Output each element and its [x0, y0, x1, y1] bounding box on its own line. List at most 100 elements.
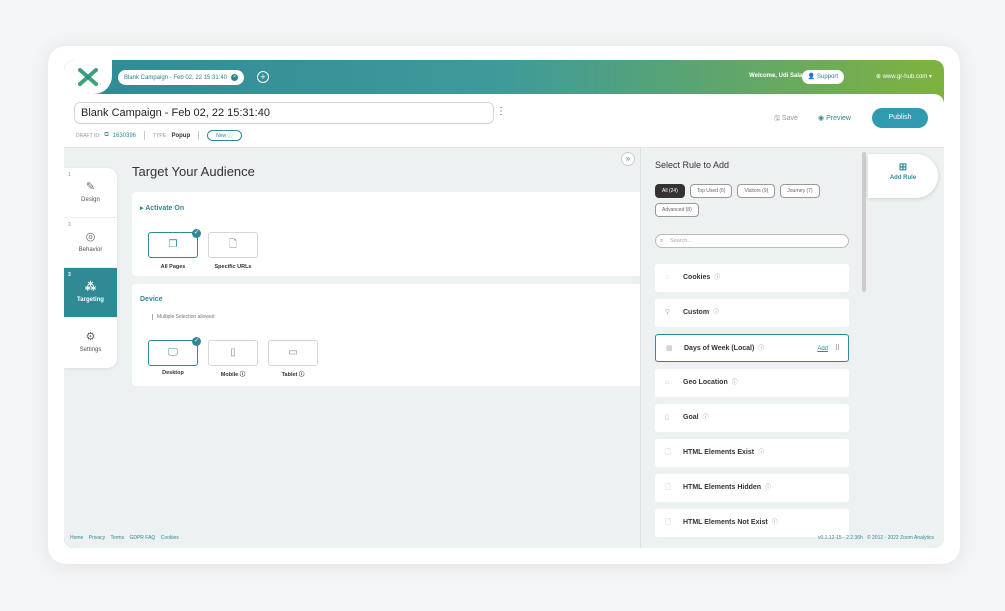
rule-item-html-not-exist[interactable]: 🗋 HTML Elements Not Exist ⓘ: [655, 509, 849, 537]
draft-id-label: DRAFT ID:: [76, 132, 101, 139]
info-icon[interactable]: ⓘ: [714, 275, 720, 281]
filter-all[interactable]: All (24): [655, 184, 685, 198]
add-rule-label: Add Rule: [889, 175, 917, 181]
panel-scrollbar[interactable]: [862, 152, 866, 292]
info-icon[interactable]: ⓘ: [732, 380, 738, 386]
document-icon: 🗋: [665, 519, 671, 526]
step-label: Behavior: [78, 247, 103, 253]
rule-item-html-exist[interactable]: 🗋 HTML Elements Exist ⓘ: [655, 439, 849, 467]
logo-icon: [78, 68, 98, 86]
status-badge[interactable]: New ⓘ: [207, 130, 242, 141]
step-number: 1: [68, 172, 71, 178]
site-selector[interactable]: ⊕ www.gr-hub.com ▾: [876, 73, 932, 80]
eye-icon: ◉: [818, 115, 825, 122]
device-card: Device Multiple Selection allowed 🖵 ✓ De…: [132, 284, 642, 386]
save-button[interactable]: 🖫 Save: [774, 114, 798, 125]
tablet-label: Tablet ⓘ: [281, 372, 305, 378]
filter-journey[interactable]: Journey (7): [780, 184, 820, 198]
welcome-label: Welcome,: [749, 73, 777, 79]
activate-on-card: ▸ Activate On ❐ ✓ All Pages 🗋 Specific U…: [132, 192, 642, 276]
step-number: 3: [68, 272, 71, 278]
step-settings[interactable]: ⚙ Settings: [64, 318, 117, 368]
footer-link-gdpr[interactable]: GDPR FAQ: [129, 535, 155, 541]
pages-icon: ❐: [168, 239, 178, 250]
tablet-option[interactable]: ▭: [268, 340, 318, 366]
campaign-tab[interactable]: Blank Campaign - Feb 02, 22 15:31:40 ×: [118, 70, 245, 85]
footer-links: Home Privacy Terms GDPR FAQ Cookies: [70, 535, 934, 541]
footer-link-home[interactable]: Home: [70, 535, 83, 541]
save-icon: 🖫: [774, 115, 780, 122]
behavior-icon: ◎: [85, 231, 96, 243]
close-tab-icon[interactable]: ×: [231, 74, 239, 81]
footer-link-terms[interactable]: Terms: [110, 535, 124, 541]
mobile-text: Mobile: [220, 372, 239, 378]
map-icon: ⌂: [665, 379, 670, 386]
filter-top-used[interactable]: Top Used (6): [689, 184, 733, 198]
copy-icon[interactable]: ⧉: [104, 132, 108, 139]
rule-item-days-of-week[interactable]: ▦ Days of Week (Local) ⓘ Add ⠿: [655, 334, 849, 362]
targeting-main: Target Your Audience ▸ Activate On ❐ ✓ A…: [132, 148, 642, 548]
steps-sidebar: 1 ✎ Design 2 ◎ Behavior 3 ⁂ Targeting ⚙ …: [64, 168, 117, 368]
add-rule-link[interactable]: Add: [817, 335, 828, 363]
activate-on-toggle[interactable]: ▸ Activate On: [140, 204, 184, 212]
url-icon: 🗋: [228, 239, 238, 250]
site-label: www.gr-hub.com: [882, 74, 928, 80]
drag-handle-icon[interactable]: ⠿: [835, 335, 840, 363]
activate-on-label: Activate On: [145, 205, 185, 212]
mobile-icon: ▯: [230, 347, 236, 358]
collapse-panel-icon[interactable]: »: [621, 152, 635, 166]
info-icon[interactable]: ⓘ: [703, 415, 709, 421]
campaign-header: Blank Campaign - Feb 02, 22 15:31:40 ⋮ D…: [64, 94, 944, 148]
support-button[interactable]: 👤 Support: [801, 70, 844, 84]
rule-item-geo-location[interactable]: ⌂ Geo Location ⓘ: [655, 369, 849, 397]
preview-button[interactable]: ◉ Preview: [818, 114, 851, 122]
check-icon: ✓: [192, 229, 201, 238]
mobile-option[interactable]: ▯: [208, 340, 258, 366]
search-placeholder: Search...: [670, 238, 693, 244]
filter-visitors[interactable]: Visitors (9): [737, 184, 776, 198]
step-label: Design: [81, 197, 100, 203]
rule-item-html-hidden[interactable]: 🗋 HTML Elements Hidden ⓘ: [655, 474, 849, 502]
publish-button[interactable]: Publish: [872, 108, 928, 128]
rule-filters: All (24) Top Used (6) Visitors (9) Journ…: [655, 184, 845, 217]
tablet-icon: ▭: [288, 347, 298, 358]
top-bar: Blank Campaign - Feb 02, 22 15:31:40 × +…: [64, 60, 944, 94]
rule-item-cookies[interactable]: ◌ Cookies ⓘ: [655, 264, 849, 292]
filter-advanced[interactable]: Advanced (8): [655, 203, 699, 217]
step-targeting[interactable]: 3 ⁂ Targeting: [64, 268, 117, 318]
rule-search-input[interactable]: ⌕ Search...: [655, 234, 849, 248]
specific-urls-option[interactable]: 🗋: [208, 232, 258, 258]
support-label: Support: [816, 74, 838, 80]
specific-urls-label: Specific URLs: [214, 264, 252, 270]
rule-item-goal[interactable]: ▯ Goal ⓘ: [655, 404, 849, 432]
document-icon: 🗋: [665, 484, 671, 491]
step-label: Settings: [79, 347, 102, 353]
targeting-icon: ⁂: [85, 281, 96, 293]
campaign-meta: DRAFT ID: ⧉ 1630396 TYPE: Popup New ⓘ: [76, 130, 242, 141]
footer-link-privacy[interactable]: Privacy: [89, 535, 105, 541]
campaign-name-input[interactable]: Blank Campaign - Feb 02, 22 15:31:40: [74, 102, 494, 124]
info-icon[interactable]: ⓘ: [758, 450, 764, 456]
info-icon[interactable]: ⓘ: [758, 346, 764, 352]
info-icon[interactable]: ⓘ: [713, 310, 719, 316]
desktop-option[interactable]: 🖵 ✓: [148, 337, 201, 366]
add-tab-button[interactable]: +: [257, 71, 269, 83]
footer-link-cookies[interactable]: Cookies: [161, 535, 179, 541]
step-behavior[interactable]: 2 ◎ Behavior: [64, 218, 117, 268]
more-options-icon[interactable]: ⋮: [496, 106, 506, 117]
campaign-tab-label: Blank Campaign - Feb 02, 22 15:31:40: [124, 74, 228, 81]
rule-panel: » Select Rule to Add All (24) Top Used (…: [621, 148, 864, 548]
globe-icon: ⊕: [875, 74, 881, 80]
info-icon[interactable]: ⓘ: [772, 520, 778, 526]
app-logo[interactable]: [64, 60, 112, 94]
info-icon[interactable]: ⓘ: [765, 485, 771, 491]
cookie-icon: ◌: [665, 274, 670, 281]
search-icon: ⌕: [660, 238, 664, 244]
rule-label: Geo Location: [683, 379, 728, 386]
rule-item-custom[interactable]: ⚲ Custom ⓘ: [655, 299, 849, 327]
wrench-icon: ⚲: [665, 309, 671, 316]
step-design[interactable]: 1 ✎ Design: [64, 168, 117, 218]
add-rule-button[interactable]: ⊞ Add Rule: [868, 154, 938, 198]
footer: Home Privacy Terms GDPR FAQ Cookies v0.1…: [70, 535, 934, 541]
all-pages-option[interactable]: ❐ ✓: [148, 229, 201, 258]
